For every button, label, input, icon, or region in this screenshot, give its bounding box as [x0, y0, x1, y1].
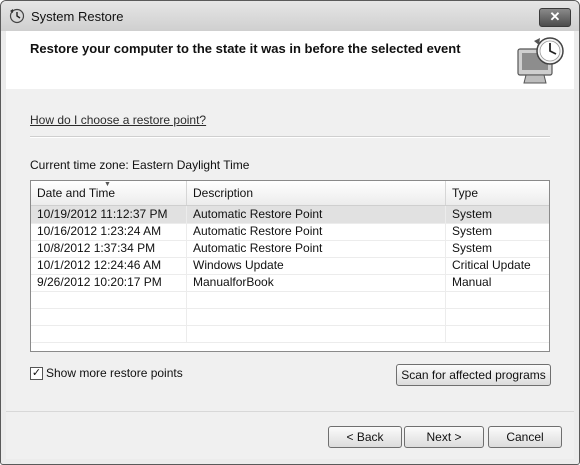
- row-date: 9/26/2012 10:20:17 PM: [31, 274, 187, 291]
- wizard-content: How do I choose a restore point? Current…: [6, 89, 574, 459]
- empty-cell: [31, 291, 187, 308]
- empty-cell: [31, 308, 187, 325]
- row-type: System: [452, 224, 493, 238]
- row-date: 10/19/2012 11:12:37 PM: [31, 206, 187, 223]
- empty-cell: [446, 308, 549, 325]
- table-row[interactable]: 9/26/2012 10:20:17 PM ManualforBook Manu…: [31, 274, 549, 292]
- list-header: Date and Time ▼ Description Type: [31, 181, 549, 206]
- empty-cell: [446, 325, 549, 342]
- row-description: Automatic Restore Point: [187, 240, 446, 257]
- row-description: Automatic Restore Point: [187, 206, 446, 223]
- table-row[interactable]: 10/16/2012 1:23:24 AM Automatic Restore …: [31, 223, 549, 241]
- footer-divider: [6, 411, 574, 412]
- empty-cell: [187, 291, 446, 308]
- row-type: Critical Update: [452, 258, 531, 272]
- help-restore-point-link[interactable]: How do I choose a restore point?: [30, 113, 206, 127]
- restore-clock-computer-icon: [517, 37, 564, 84]
- row-type: System: [452, 241, 493, 255]
- empty-row: [31, 308, 549, 326]
- empty-row: [31, 291, 549, 309]
- title-bar: System Restore ✕: [1, 1, 579, 31]
- wizard-header: Restore your computer to the state it wa…: [6, 31, 574, 89]
- sort-descending-icon: ▼: [104, 181, 111, 188]
- restore-points-list[interactable]: Date and Time ▼ Description Type 10/19/2…: [30, 180, 550, 352]
- column-header-description[interactable]: Description: [187, 181, 446, 205]
- row-date: 10/16/2012 1:23:24 AM: [31, 223, 187, 240]
- show-more-checkbox[interactable]: ✓: [30, 367, 43, 380]
- empty-cell: [446, 291, 549, 308]
- close-icon: ✕: [549, 9, 561, 24]
- header-title: Restore your computer to the state it wa…: [30, 41, 461, 56]
- row-type: System: [452, 207, 493, 221]
- back-button[interactable]: < Back: [328, 426, 402, 448]
- table-row[interactable]: 10/19/2012 11:12:37 PM Automatic Restore…: [31, 206, 549, 224]
- row-description: Windows Update: [187, 257, 446, 274]
- table-row[interactable]: 10/8/2012 1:37:34 PM Automatic Restore P…: [31, 240, 549, 258]
- window-title: System Restore: [31, 9, 124, 24]
- system-restore-window: System Restore ✕ Restore your computer t…: [0, 0, 580, 465]
- row-description: ManualforBook: [187, 274, 446, 291]
- system-restore-icon: [9, 8, 25, 24]
- empty-cell: [187, 325, 446, 342]
- empty-row: [31, 325, 549, 343]
- cancel-button[interactable]: Cancel: [488, 426, 562, 448]
- table-row[interactable]: 10/1/2012 12:24:46 AM Windows Update Cri…: [31, 257, 549, 275]
- row-date: 10/8/2012 1:37:34 PM: [31, 240, 187, 257]
- separator: [30, 136, 550, 138]
- empty-cell: [31, 325, 187, 342]
- row-description: Automatic Restore Point: [187, 223, 446, 240]
- column-header-date[interactable]: Date and Time ▼: [31, 181, 187, 205]
- timezone-label: Current time zone: Eastern Daylight Time: [30, 158, 250, 172]
- row-type: Manual: [452, 275, 492, 289]
- empty-cell: [187, 308, 446, 325]
- checkmark-icon: ✓: [31, 367, 42, 379]
- show-more-label[interactable]: Show more restore points: [46, 366, 183, 380]
- row-date: 10/1/2012 12:24:46 AM: [31, 257, 187, 274]
- close-button[interactable]: ✕: [539, 8, 571, 27]
- column-header-type[interactable]: Type: [446, 181, 549, 205]
- scan-affected-programs-button[interactable]: Scan for affected programs: [396, 364, 551, 386]
- next-button[interactable]: Next >: [404, 426, 484, 448]
